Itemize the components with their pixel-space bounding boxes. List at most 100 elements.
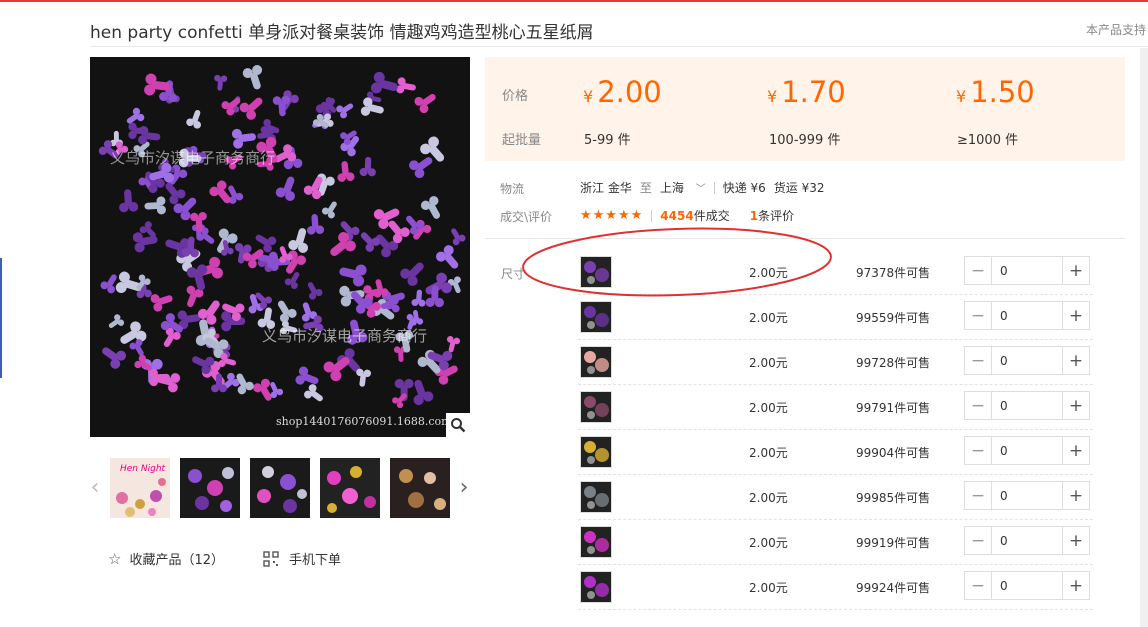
quantity-input[interactable] [992,347,1062,374]
sku-row: 2.00元99924件可售−+ [578,565,1093,610]
thumbnail-gold-dark[interactable] [390,458,450,518]
main-product-image[interactable]: 义乌市汐谋电子商务商行 义乌市汐谋电子商务商行 shop144017607609… [90,57,470,437]
increment-button[interactable]: + [1062,437,1089,464]
sku-thumbnail-image [581,302,611,332]
sku-thumbnail[interactable] [580,481,612,513]
quantity-input[interactable] [992,572,1062,599]
thumbnail-purple-mix[interactable] [180,458,240,518]
quantity-stepper: −+ [964,571,1090,600]
decrement-button[interactable]: − [965,482,992,509]
left-edge-marker [0,258,2,378]
price-tier-3: ¥1.50 [956,75,1035,109]
quantity-input[interactable] [992,527,1062,554]
reviews-label: 成交\评价 [500,210,553,224]
increment-button[interactable]: + [1062,347,1089,374]
quantity-stepper: −+ [964,481,1090,510]
decrement-button[interactable]: − [965,527,992,554]
top-accent-line [0,0,1148,2]
moq-label: 起批量 [502,133,542,148]
mobile-order-button[interactable]: 手机下单 [263,549,341,568]
size-label: 尺寸 [501,267,526,281]
star-rating-icon: ★★★★★ [580,208,644,223]
favorite-button[interactable]: ☆ 收藏产品（12） [108,549,225,569]
price-tier-2: ¥1.70 [767,75,846,109]
quantity-stepper: −+ [964,391,1090,420]
sku-row: 2.00元97378件可售−+ [578,250,1093,295]
sku-thumbnail[interactable] [580,391,612,423]
increment-button[interactable]: + [1062,527,1089,554]
page-title: hen party confetti 单身派对餐桌装饰 情趣鸡鸡造型桃心五星纸屑 [90,23,594,43]
sku-price: 2.00元 [749,446,788,460]
increment-button[interactable]: + [1062,392,1089,419]
thumbnail-image [180,458,240,518]
thumbnail-prev-button[interactable]: ‹ [88,475,102,501]
sku-thumbnail[interactable] [580,526,612,558]
price-tier-1: ¥2.00 [583,75,662,109]
favorite-count: （12） [181,553,225,568]
mobile-order-label: 手机下单 [289,553,342,568]
moq-tier-3: ≥1000 件 [957,133,1019,148]
sku-row: 2.00元99919件可售−+ [578,520,1093,565]
sku-thumbnail-image [581,572,611,602]
sku-thumbnail[interactable] [580,436,612,468]
sku-thumbnail-image [581,257,611,287]
decrement-button[interactable]: − [965,302,992,329]
deals-link[interactable]: 4454件成交 [660,207,729,224]
quantity-input[interactable] [992,302,1062,329]
increment-button[interactable]: + [1062,482,1089,509]
thumbnail-next-button[interactable]: › [457,475,471,501]
qr-code-icon [263,550,279,567]
sku-stock: 97378件可售 [856,266,931,280]
quantity-input[interactable] [992,437,1062,464]
quantity-input[interactable] [992,392,1062,419]
reviews-link[interactable]: 1条评价 [750,207,794,224]
magnifier-icon [451,418,466,433]
sku-stock: 99985件可售 [856,491,931,505]
quantity-input[interactable] [992,257,1062,284]
thumbnail-image [390,458,450,518]
thumbnail-hen-night[interactable]: Hen Night [110,458,170,518]
thumbnail-image [320,458,380,518]
decrement-button[interactable]: − [965,347,992,374]
sku-stock: 99559件可售 [856,311,931,325]
moq-tier-1: 5-99 件 [584,133,631,148]
decrement-button[interactable]: − [965,257,992,284]
sku-thumbnail[interactable] [580,346,612,378]
sku-thumbnail-image [581,437,611,467]
sku-row: 2.00元99985件可售−+ [578,475,1093,520]
moq-tier-2: 100-999 件 [769,133,841,148]
rating-info: ★★★★★ 4454件成交 1条评价 [580,207,794,224]
sku-row: 2.00元99559件可售−+ [578,295,1093,340]
increment-button[interactable]: + [1062,572,1089,599]
sku-thumbnail-image [581,347,611,377]
sku-price: 2.00元 [749,401,788,415]
zoom-button[interactable] [446,413,470,437]
confetti-photo: 义乌市汐谋电子商务商行 义乌市汐谋电子商务商行 shop144017607609… [90,57,470,437]
sku-thumbnail[interactable] [580,571,612,603]
thumbnail-pink-gold[interactable] [320,458,380,518]
sku-price: 2.00元 [749,311,788,325]
sku-row: 2.00元99791件可售−+ [578,385,1093,430]
increment-button[interactable]: + [1062,302,1089,329]
sku-thumbnail[interactable] [580,256,612,288]
watermark-top: 义乌市汐谋电子商务商行 [110,149,275,167]
sku-stock: 99904件可售 [856,446,931,460]
thumbnail-image [250,458,310,518]
logistics-info: 浙江 金华 至 上海 ﹀ 快递 ¥6 货运 ¥32 [580,179,825,196]
decrement-button[interactable]: − [965,572,992,599]
chevron-down-icon: ﹀ [695,184,706,195]
decrement-button[interactable]: − [965,392,992,419]
sku-thumbnail[interactable] [580,301,612,333]
sku-row: 2.00元99728件可售−+ [578,340,1093,385]
quantity-input[interactable] [992,482,1062,509]
decrement-button[interactable]: − [965,437,992,464]
ship-to-select[interactable]: 上海 ﹀ [660,179,706,196]
quantity-stepper: −+ [964,301,1090,330]
thumbnail-purple-mix-2[interactable] [250,458,310,518]
sku-price: 2.00元 [749,491,788,505]
increment-button[interactable]: + [1062,257,1089,284]
sku-stock: 99924件可售 [856,581,931,595]
divider [651,209,653,222]
express-fee: 快递 ¥6 [722,181,766,195]
scrollbar[interactable] [1140,48,1148,627]
